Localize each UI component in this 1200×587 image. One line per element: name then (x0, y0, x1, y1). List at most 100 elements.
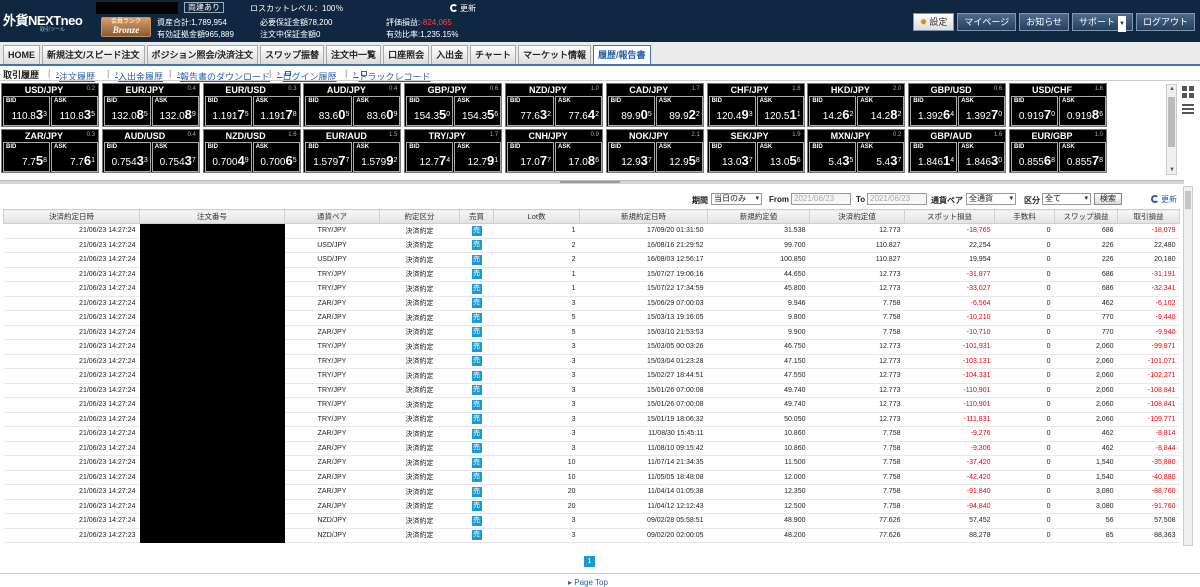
rate-tile[interactable]: CNH/JPY 0.9 BID 17.077 ASK 17.086 (505, 129, 603, 173)
nav-tab[interactable]: チャート (470, 45, 517, 64)
table-row[interactable]: 21/06/23 14:27:24 TRY/JPY 決済約定売 3 15/03/05 0… (3, 339, 1180, 355)
table-row[interactable]: 21/06/23 14:27:24 ZAR/JPY 決済約定売 10 11/07/14 … (3, 455, 1180, 471)
rate-tile[interactable]: EUR/AUD 1.5 BID 1.57977 ASK 1.57992 (303, 129, 402, 173)
ask-cell[interactable]: ASK 132.089 (151, 96, 199, 126)
table-row[interactable]: 21/06/23 14:27:24 ZAR/JPY 決済約定売 20 11/04/14 … (3, 484, 1180, 500)
table-row[interactable]: 21/06/23 14:27:24 TRY/JPY 決済約定売 1 17/09/20 0… (3, 223, 1180, 239)
ask-cell[interactable]: ASK 0.91986 (1059, 96, 1106, 126)
table-row[interactable]: 21/06/23 14:27:24 ZAR/JPY 決済約定売 10 11/05/05 … (3, 470, 1180, 485)
bid-cell[interactable]: BID 0.75433 (103, 142, 151, 172)
ask-cell[interactable]: ASK 1.57992 (353, 142, 401, 172)
ask-cell[interactable]: ASK 1.39270 (958, 96, 1006, 126)
rate-tile[interactable]: NOK/JPY 2.1 BID 12.937 ASK 12.958 (605, 129, 704, 173)
rate-tile[interactable]: NZD/JPY 1.0 BID 77.632 ASK 77.642 (505, 83, 603, 127)
type-select[interactable]: 全て (1042, 193, 1091, 205)
nav-tab[interactable]: 入出金 (431, 45, 469, 64)
header-refresh-link[interactable]: 更新 (450, 3, 476, 14)
subnav-deposit-history[interactable]: › 入出金履歴 (115, 68, 163, 82)
scroll-thumb[interactable] (1185, 191, 1191, 209)
bid-cell[interactable]: BID 0.91970 (1011, 96, 1058, 126)
support-button[interactable]: サポート ▼ (1072, 13, 1133, 32)
ask-cell[interactable]: ASK 13.056 (756, 142, 804, 172)
notice-button[interactable]: お知らせ (1019, 13, 1070, 31)
table-row[interactable]: 21/06/23 14:27:24 USD/JPY 決済約定売 2 16/08/16 2… (3, 238, 1180, 253)
scroll-up-icon[interactable]: ▲ (1169, 86, 1175, 92)
table-row[interactable]: 21/06/23 14:27:24 USD/JPY 決済約定売 2 16/08/03 1… (3, 252, 1180, 268)
rate-tile[interactable]: NZD/USD 1.6 BID 0.70049 ASK 0.70065 (202, 129, 301, 173)
ask-cell[interactable]: ASK 0.70065 (252, 142, 300, 172)
subnav-order-history[interactable]: › 注文履歴 (56, 68, 95, 82)
bid-cell[interactable]: BID 5.435 (809, 142, 857, 172)
ask-cell[interactable]: ASK 110.835 (51, 96, 98, 126)
bid-cell[interactable]: BID 1.84614 (910, 142, 958, 172)
table-row[interactable]: 21/06/23 14:27:24 NZD/JPY 決済約定売 3 09/02/28 0… (3, 513, 1180, 529)
rate-tile[interactable]: HKD/JPY 2.0 BID 14.262 ASK 14.282 (807, 83, 906, 127)
bid-cell[interactable]: BID 14.262 (809, 96, 857, 126)
table-row[interactable]: 21/06/23 14:27:23 NZD/JPY 決済約定売 3 09/02/20 0… (3, 528, 1180, 543)
table-row[interactable]: 21/06/23 14:27:24 ZAR/JPY 決済約定売 5 15/03/13 1… (3, 310, 1180, 326)
settings-button[interactable]: ✹ 設定 (912, 13, 955, 31)
page-1-button[interactable]: 1 (584, 556, 595, 567)
bid-cell[interactable]: BID 17.077 (507, 142, 554, 172)
ask-cell[interactable]: ASK 1.19178 (252, 96, 300, 126)
bid-cell[interactable]: BID 12.937 (607, 142, 655, 172)
bid-cell[interactable]: BID 12.774 (406, 142, 454, 172)
ask-cell[interactable]: ASK 0.75437 (151, 142, 199, 172)
search-button[interactable]: 検索 (1094, 193, 1122, 205)
rate-tile[interactable]: EUR/GBP 1.0 BID 0.85568 ASK 0.85578 (1009, 129, 1107, 173)
nav-tab[interactable]: ポジション照会/決済注文 (146, 45, 259, 64)
bid-cell[interactable]: BID 7.758 (3, 142, 50, 172)
ask-cell[interactable]: ASK 83.609 (353, 96, 401, 126)
rate-tile[interactable]: EUR/USD 0.3 BID 1.19175 ASK 1.19178 (202, 83, 301, 127)
to-date-input[interactable]: 2021/06/23 (867, 193, 927, 205)
rate-tile[interactable]: GBP/JPY 0.6 BID 154.350 ASK 154.356 (404, 83, 503, 127)
main-scrollbar[interactable] (1183, 186, 1193, 546)
table-row[interactable]: 21/06/23 14:27:24 TRY/JPY 決済約定売 3 15/02/27 1… (3, 368, 1180, 384)
ask-cell[interactable]: ASK 89.922 (655, 96, 703, 126)
table-row[interactable]: 21/06/23 14:27:24 ZAR/JPY 決済約定売 20 11/04/12 … (3, 499, 1180, 514)
rate-tile[interactable]: MXN/JPY 0.2 BID 5.435 ASK 5.437 (807, 129, 906, 173)
rate-tile[interactable]: CHF/JPY 1.8 BID 120.493 ASK 120.511 (706, 83, 805, 127)
nav-tab[interactable]: 履歴/報告書 (593, 45, 651, 64)
bid-cell[interactable]: BID 132.085 (103, 96, 151, 126)
table-row[interactable]: 21/06/23 14:27:24 TRY/JPY 決済約定売 3 15/01/19 1… (3, 412, 1180, 427)
nav-tab[interactable]: スワップ振替 (260, 45, 325, 64)
rate-tile[interactable]: GBP/USD 0.6 BID 1.39264 ASK 1.39270 (908, 83, 1007, 127)
bid-cell[interactable]: BID 154.350 (406, 96, 454, 126)
rate-tile[interactable]: SEK/JPY 1.9 BID 13.037 ASK 13.056 (706, 129, 805, 173)
bid-cell[interactable]: BID 110.833 (3, 96, 50, 126)
rate-tile[interactable]: USD/JPY 0.2 BID 110.833 ASK 110.835 (1, 83, 99, 127)
rate-tile[interactable]: CAD/JPY 1.7 BID 89.905 ASK 89.922 (605, 83, 704, 127)
table-row[interactable]: 21/06/23 14:27:24 ZAR/JPY 決済約定売 3 11/08/30 1… (3, 426, 1180, 442)
ask-cell[interactable]: ASK 14.282 (857, 96, 905, 126)
logout-button[interactable]: ログアウト (1135, 13, 1195, 31)
table-row[interactable]: 21/06/23 14:27:24 ZAR/JPY 決済約定売 5 15/03/10 2… (3, 325, 1180, 340)
ask-cell[interactable]: ASK 154.356 (454, 96, 502, 126)
table-row[interactable]: 21/06/23 14:27:24 ZAR/JPY 決済約定売 3 15/06/29 0… (3, 296, 1180, 311)
bid-cell[interactable]: BID 1.19175 (204, 96, 252, 126)
list-refresh-link[interactable]: 更新 (1151, 194, 1177, 205)
rate-tile[interactable]: ZAR/JPY 0.3 BID 7.758 ASK 7.761 (1, 129, 99, 173)
scroll-thumb[interactable] (1168, 97, 1175, 147)
table-row[interactable]: 21/06/23 14:27:24 ZAR/JPY 決済約定売 3 11/08/10 0… (3, 441, 1180, 456)
scroll-down-icon[interactable]: ▼ (1169, 167, 1175, 173)
bid-cell[interactable]: BID 89.905 (607, 96, 655, 126)
page-top-link[interactable]: ▸ Page Top (568, 578, 608, 587)
from-date-input[interactable]: 2021/06/23 (791, 193, 851, 205)
nav-tab[interactable]: 注文中一覧 (326, 45, 382, 64)
nav-tab[interactable]: HOME (3, 45, 40, 64)
mypage-button[interactable]: マイページ (957, 13, 1017, 31)
table-row[interactable]: 21/06/23 14:27:24 TRY/JPY 決済約定売 3 15/03/04 0… (3, 354, 1180, 369)
bid-cell[interactable]: BID 0.70049 (204, 142, 252, 172)
rate-tile[interactable]: AUD/JPY 0.4 BID 83.605 ASK 83.609 (303, 83, 402, 127)
ask-cell[interactable]: ASK 0.85578 (1059, 142, 1106, 172)
bid-cell[interactable]: BID 1.39264 (910, 96, 958, 126)
subnav-report-download[interactable]: › 報告書のダウンロード (177, 68, 270, 82)
ask-cell[interactable]: ASK 77.642 (555, 96, 602, 126)
table-row[interactable]: 21/06/23 14:27:24 TRY/JPY 決済約定売 3 15/01/26 0… (3, 383, 1180, 398)
list-view-icon[interactable] (1182, 104, 1194, 116)
grid-view-icon[interactable] (1182, 86, 1194, 98)
splitter-handle[interactable] (560, 181, 620, 183)
nav-tab[interactable]: マーケット情報 (518, 45, 592, 64)
rate-tile[interactable]: EUR/JPY 0.4 BID 132.085 ASK 132.089 (101, 83, 200, 127)
